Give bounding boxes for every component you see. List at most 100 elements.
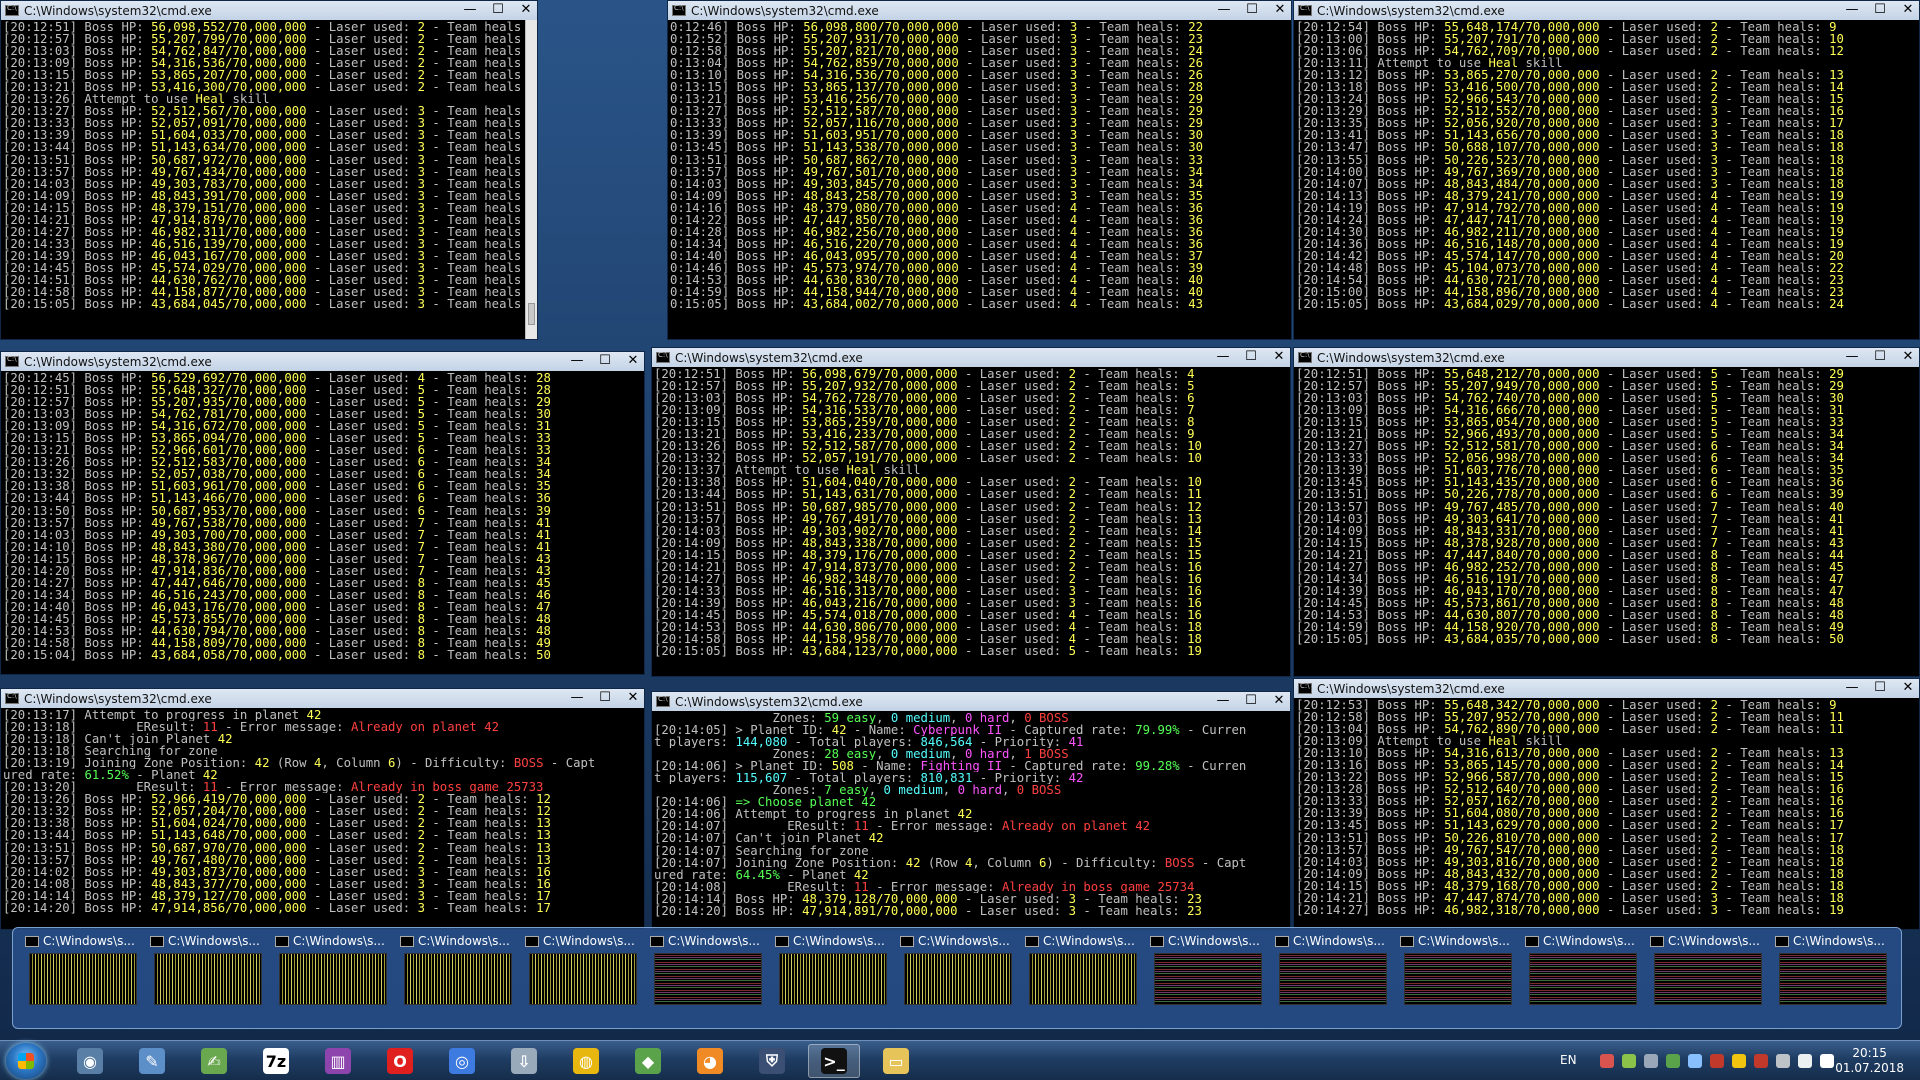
taskbar-button[interactable]: ▭ [870,1044,922,1078]
window-titlebar[interactable]: C:\Windows\system32\cmd.exe — ☐ ✕ [1294,679,1919,698]
console-output[interactable]: [20:13:17] Attempt to progress in planet… [1,708,644,929]
maximize-icon[interactable]: ☐ [1873,349,1887,364]
maximize-icon[interactable]: ☐ [598,353,612,368]
window-preview-thumbnail[interactable]: C:\Windows\s... [650,933,768,1025]
window-titlebar[interactable]: C:\Windows\system32\cmd.exe — ☐ ✕ [652,692,1290,711]
minimize-icon[interactable]: — [1845,680,1859,695]
window-preview-thumbnail[interactable]: C:\Windows\s... [1275,933,1393,1025]
network-icon[interactable] [1644,1054,1658,1068]
maximize-icon[interactable]: ☐ [491,2,505,17]
close-icon[interactable]: ✕ [1901,349,1915,364]
monitor-icon[interactable] [1798,1054,1812,1068]
window-titlebar[interactable]: C:\Windows\system32\cmd.exe — ☐ ✕ [1,1,537,20]
console-text: 61.52% [84,769,129,782]
maximize-icon[interactable]: ☐ [1244,349,1258,364]
close-icon[interactable]: ✕ [1273,2,1287,17]
cmd-window[interactable]: C:\Windows\system32\cmd.exe — ☐ ✕ [20:12:51]… [651,347,1291,677]
taskbar-button[interactable]: ✍ [188,1044,240,1078]
console-output[interactable]: [20:12:51] Boss HP: 56,098,679/70,000,00… [652,367,1290,676]
cmd-window[interactable]: C:\Windows\system32\cmd.exe — ☐ ✕ [20:12:45]… [0,351,645,675]
taskbar-button[interactable]: ✎ [126,1044,178,1078]
window-preview-thumbnail[interactable]: C:\Windows\s... [1650,933,1768,1025]
window-titlebar[interactable]: C:\Windows\system32\cmd.exe — ☐ ✕ [1294,1,1919,20]
window-preview-thumbnail[interactable]: C:\Windows\s... [400,933,518,1025]
close-icon[interactable]: ✕ [626,690,640,705]
console-output[interactable]: [20:12:54] Boss HP: 55,648,174/70,000,00… [1294,20,1919,339]
minimize-icon[interactable]: — [1216,349,1230,364]
window-titlebar[interactable]: C:\Windows\system32\cmd.exe — ☐ ✕ [1,352,644,371]
minimize-icon[interactable]: — [570,690,584,705]
window-titlebar[interactable]: C:\Windows\system32\cmd.exe — ☐ ✕ [1,689,644,708]
maximize-icon[interactable]: ☐ [1873,680,1887,695]
taskbar-button[interactable]: ⇩ [498,1044,550,1078]
close-icon[interactable]: ✕ [626,353,640,368]
cmd-window[interactable]: C:\Windows\system32\cmd.exe — ☐ ✕ 0:12:46] B… [667,0,1292,340]
cmd-window[interactable]: C:\Windows\system32\cmd.exe — ☐ ✕ [20:13:17]… [0,688,645,930]
console-output[interactable]: [20:12:53] Boss HP: 55,648,342/70,000,00… [1294,698,1919,929]
window-preview-thumbnail[interactable]: C:\Windows\s... [1525,933,1643,1025]
maximize-icon[interactable]: ☐ [1873,2,1887,17]
window-titlebar[interactable]: C:\Windows\system32\cmd.exe — ☐ ✕ [652,348,1290,367]
close-icon[interactable]: ✕ [1901,2,1915,17]
console-output[interactable]: [20:12:45] Boss HP: 56,529,692/70,000,00… [1,371,644,674]
cmd-window[interactable]: C:\Windows\system32\cmd.exe — ☐ ✕ [20:12:51]… [0,0,538,340]
app-icon[interactable] [1732,1054,1746,1068]
notification-icon[interactable] [1600,1054,1614,1068]
window-preview-thumbnail[interactable]: C:\Windows\s... [150,933,268,1025]
cmd-window[interactable]: C:\Windows\system32\cmd.exe — ☐ ✕ [20:12:54]… [1293,0,1920,340]
clock[interactable]: 20:15 01.07.2018 [1835,1046,1904,1076]
window-preview-thumbnail[interactable]: C:\Windows\s... [900,933,1018,1025]
window-preview-thumbnail[interactable]: C:\Windows\s... [1150,933,1268,1025]
app-icon[interactable] [1688,1054,1702,1068]
close-icon[interactable]: ✕ [1901,680,1915,695]
maximize-icon[interactable]: ☐ [1245,2,1259,17]
taskbar-button[interactable]: ◕ [684,1044,736,1078]
app-icon[interactable] [1754,1054,1768,1068]
close-icon[interactable]: ✕ [519,2,533,17]
maximize-icon[interactable]: ☐ [598,690,612,705]
maximize-icon[interactable]: ☐ [1244,693,1258,708]
taskbar-button[interactable]: ◆ [622,1044,674,1078]
taskbar-button[interactable]: >_ [808,1044,860,1078]
volume-icon[interactable] [1820,1054,1834,1068]
window-titlebar[interactable]: C:\Windows\system32\cmd.exe — ☐ ✕ [668,1,1291,20]
cmd-window[interactable]: C:\Windows\system32\cmd.exe — ☐ ✕ [20:12:51]… [1293,347,1920,677]
close-icon[interactable]: ✕ [1272,693,1286,708]
window-titlebar[interactable]: C:\Windows\system32\cmd.exe — ☐ ✕ [1294,348,1919,367]
taskbar-button[interactable]: ⛨ [746,1044,798,1078]
console-output[interactable]: [20:12:51] Boss HP: 55,648,212/70,000,00… [1294,367,1919,676]
console-output[interactable]: 0:12:46] Boss HP: 56,098,800/70,000,000 … [668,20,1291,339]
window-preview-thumbnail[interactable]: C:\Windows\s... [1400,933,1518,1025]
window-preview-thumbnail[interactable]: C:\Windows\s... [775,933,893,1025]
taskbar-button[interactable]: ◍ [560,1044,612,1078]
vertical-scrollbar[interactable] [525,20,537,339]
window-preview-thumbnail[interactable]: C:\Windows\s... [1025,933,1143,1025]
window-preview-thumbnail[interactable]: C:\Windows\s... [25,933,143,1025]
cmd-window[interactable]: C:\Windows\system32\cmd.exe — ☐ ✕ [20:12:53]… [1293,678,1920,930]
minimize-icon[interactable]: — [1845,349,1859,364]
window-preview-thumbnail[interactable]: C:\Windows\s... [525,933,643,1025]
console-output[interactable]: [20:12:51] Boss HP: 56,098,552/70,000,00… [1,20,525,339]
taskbar-button[interactable]: ◉ [64,1044,116,1078]
language-indicator[interactable]: EN [1560,1053,1577,1067]
minimize-icon[interactable]: — [1216,693,1230,708]
minimize-icon[interactable]: — [1845,2,1859,17]
minimize-icon[interactable]: — [1217,2,1231,17]
taskbar-button[interactable]: O [374,1044,426,1078]
minimize-icon[interactable]: — [570,353,584,368]
app-icon[interactable] [1710,1054,1724,1068]
taskbar-button[interactable]: ◎ [436,1044,488,1078]
window-preview-thumbnail[interactable]: C:\Windows\s... [1775,933,1893,1025]
console-output[interactable]: Zones: 59 easy, 0 medium, 0 hard, 0 BOSS… [652,711,1290,930]
app-icon[interactable] [1666,1054,1680,1068]
console-line: [20:14:53] Boss HP: 44,630,806/70,000,00… [654,621,1288,633]
taskbar-button[interactable]: ▥ [312,1044,364,1078]
close-icon[interactable]: ✕ [1272,349,1286,364]
taskbar-button[interactable]: 7z [250,1044,302,1078]
start-button[interactable] [6,1043,46,1079]
cmd-window[interactable]: C:\Windows\system32\cmd.exe — ☐ ✕ Zones: 59… [651,691,1291,931]
app-icon[interactable] [1622,1054,1636,1068]
flag-icon[interactable] [1776,1054,1790,1068]
minimize-icon[interactable]: — [463,2,477,17]
window-preview-thumbnail[interactable]: C:\Windows\s... [275,933,393,1025]
